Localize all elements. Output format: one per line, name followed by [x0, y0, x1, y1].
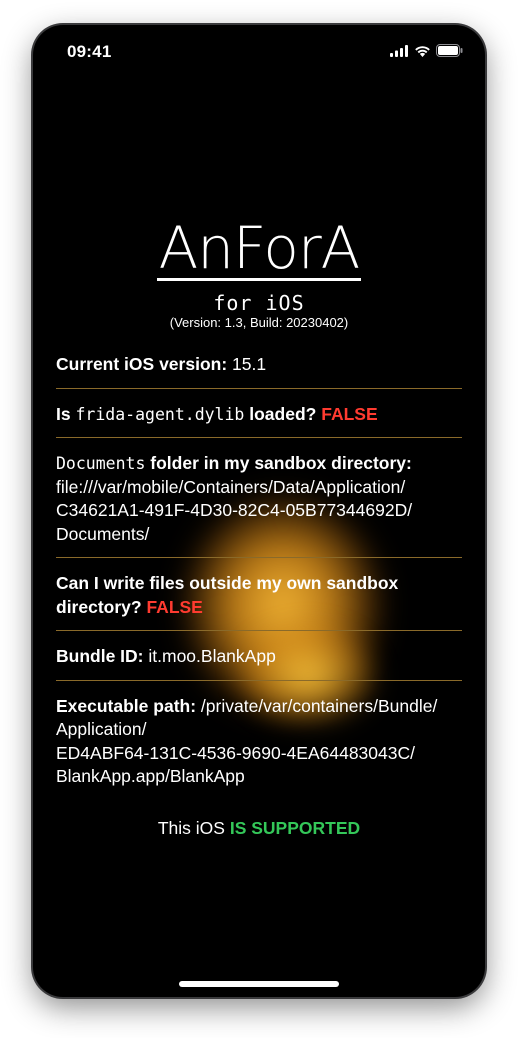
status-icons	[390, 44, 463, 62]
battery-icon	[436, 44, 463, 62]
executable-path-value-line4: BlankApp.app/BlankApp	[56, 766, 245, 786]
executable-path-label: Executable path:	[56, 695, 197, 716]
write-outside-label: Can I write files outside my own sandbox…	[56, 573, 399, 617]
row-documents: Documents folder in my sandbox directory…	[56, 448, 462, 558]
bundle-id-value: it.moo.BlankApp	[148, 646, 276, 666]
frida-label-suffix: loaded?	[249, 403, 317, 424]
documents-label: folder in my sandbox directory:	[150, 453, 412, 473]
executable-path-value-line2: Application/	[56, 719, 147, 739]
frida-code: frida-agent.dylib	[75, 404, 245, 424]
support-status: This iOS IS SUPPORTED	[33, 818, 485, 839]
status-bar: 09:41	[33, 25, 485, 77]
status-time: 09:41	[67, 42, 112, 61]
write-outside-value: FALSE	[146, 596, 203, 617]
row-frida: Is frida-agent.dylib loaded? FALSE	[56, 399, 462, 438]
executable-path-value-line3: ED4ABF64-131C-4536-9690-4EA64483043C/	[56, 742, 415, 763]
app-version: (Version: 1.3, Build: 20230402)	[169, 315, 349, 330]
documents-value-line2: C34621A1-491F-4D30-82C4-05B77344692D/	[56, 500, 413, 520]
row-bundle-id: Bundle ID: it.moo.BlankApp	[56, 641, 462, 681]
frida-label-prefix: Is	[56, 403, 71, 424]
support-prefix: This iOS	[157, 818, 225, 838]
title-block: AnForA for iOS (Version: 1.3, Build: 202…	[33, 214, 485, 330]
wifi-icon	[414, 44, 431, 62]
documents-code: Documents	[56, 454, 146, 473]
documents-value-line3: Documents/	[56, 523, 150, 544]
app-subtitle: for iOS	[213, 291, 305, 315]
phone-screen: 09:41 AnForA for iOS (Version: 1.3, Buil…	[33, 25, 485, 997]
documents-value-line1: file:///var/mobile/Containers/Data/Appli…	[56, 476, 406, 497]
home-indicator[interactable]	[179, 981, 339, 987]
support-value: IS SUPPORTED	[229, 818, 361, 838]
bundle-id-label: Bundle ID:	[56, 646, 144, 666]
row-write-outside: Can I write files outside my own sandbox…	[56, 568, 462, 631]
ios-version-label: Current iOS version:	[56, 354, 228, 374]
executable-path-value-line1: /private/var/containers/Bundle/	[200, 695, 438, 716]
row-executable-path: Executable path: /private/var/containers…	[56, 691, 462, 800]
frida-value: FALSE	[321, 403, 378, 424]
app-title: AnForA	[156, 214, 362, 282]
info-list: Current iOS version: 15.1 Is frida-agent…	[56, 349, 462, 810]
ios-version-value: 15.1	[232, 354, 267, 374]
cellular-signal-icon	[390, 44, 409, 62]
row-ios-version: Current iOS version: 15.1	[56, 349, 462, 389]
